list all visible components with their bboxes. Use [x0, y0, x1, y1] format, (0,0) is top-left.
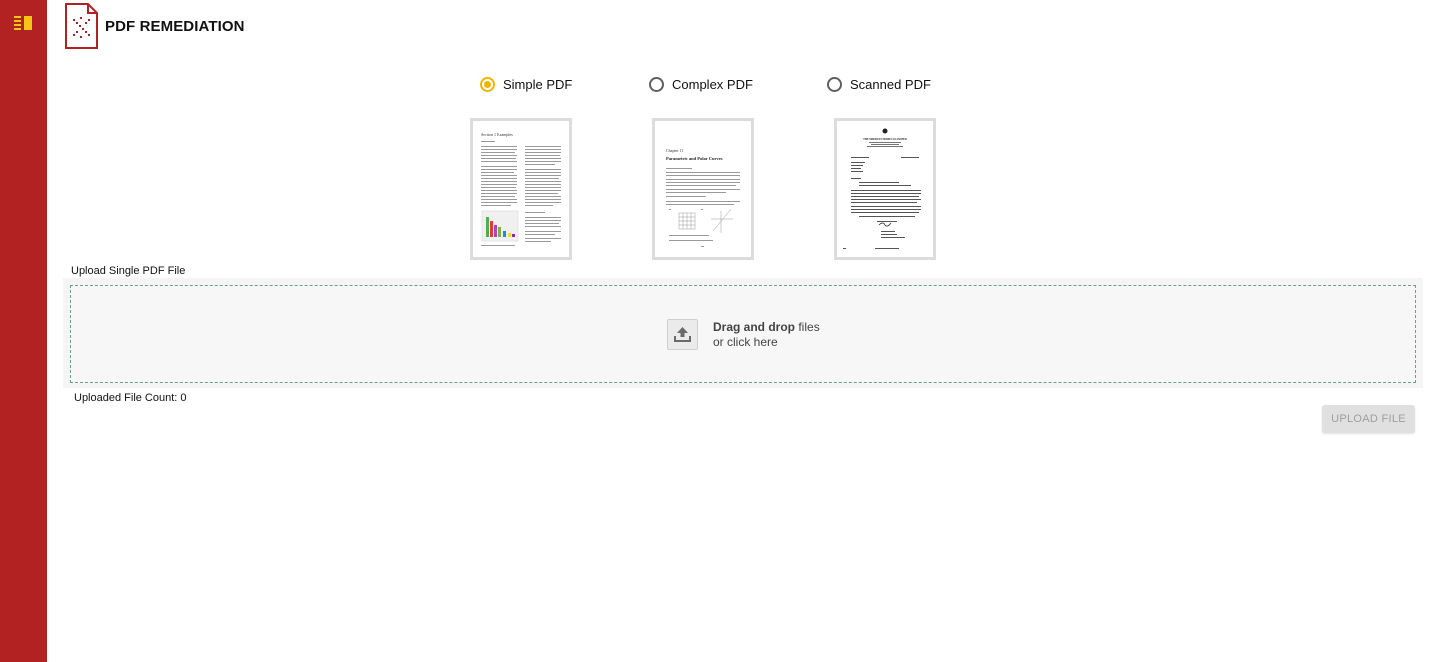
upload-file-button[interactable]: UPLOAD FILE [1322, 405, 1415, 433]
upload-section-label: Upload Single PDF File [71, 265, 186, 277]
complex-pdf-thumbnail[interactable]: Chapter 11 Parametric and Polar Curves [652, 118, 754, 260]
file-dropzone[interactable]: Drag and drop files or click here [70, 285, 1416, 383]
app-header: PDF REMEDIATION [64, 3, 245, 49]
dropzone-bold-text: Drag and drop [713, 319, 796, 334]
uploaded-file-count: Uploaded File Count: 0 [74, 392, 187, 404]
thumbnail-heading: Parametric and Polar Curves [666, 156, 723, 161]
thumbnail-heading: Section 1 Examples [481, 132, 513, 137]
thumbnail-company: THE MIDWEST HOMECO LIMITED [863, 138, 907, 141]
page-title: PDF REMEDIATION [105, 17, 245, 35]
pdf-type-radio-group: Simple PDF Complex PDF Scanned PDF [0, 77, 1439, 97]
dropzone-content: Drag and drop files or click here [667, 319, 820, 350]
radio-label: Simple PDF [503, 77, 573, 92]
radio-simple-pdf[interactable]: Simple PDF [480, 77, 572, 92]
radio-unchecked-icon[interactable] [827, 77, 842, 92]
dropzone-text: Drag and drop files or click here [713, 320, 820, 350]
radio-unchecked-icon[interactable] [649, 77, 664, 92]
dropzone-text-line2: or click here [713, 334, 778, 349]
radio-complex-pdf[interactable]: Complex PDF [649, 77, 753, 92]
pdf-logo-icon [64, 3, 98, 49]
radio-label: Scanned PDF [850, 77, 931, 92]
upload-icon [667, 319, 698, 350]
radio-checked-icon[interactable] [480, 77, 495, 92]
sidebar [0, 0, 47, 662]
simple-pdf-thumbnail[interactable]: Section 1 Examples [470, 118, 572, 260]
menu-list-icon[interactable] [14, 14, 34, 31]
scanned-pdf-thumbnail[interactable]: THE MIDWEST HOMECO LIMITED [834, 118, 936, 260]
radio-label: Complex PDF [672, 77, 753, 92]
dropzone-text-rest: files [795, 319, 820, 334]
radio-scanned-pdf[interactable]: Scanned PDF [827, 77, 931, 92]
thumbnail-chapter: Chapter 11 [666, 148, 684, 153]
